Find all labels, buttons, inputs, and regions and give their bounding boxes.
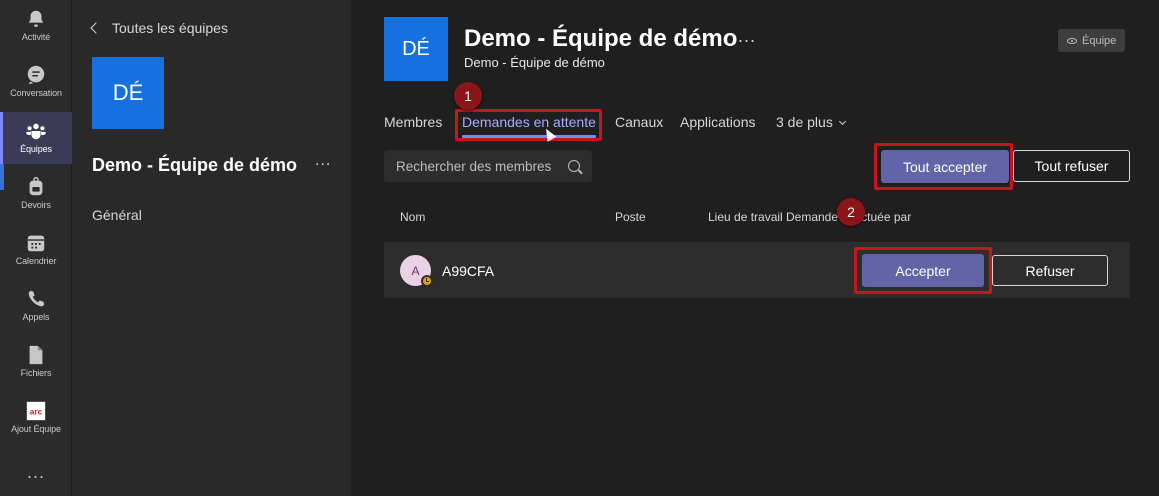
team-name: Demo - Équipe de démo — [92, 155, 298, 175]
visibility-label: Équipe — [1082, 34, 1117, 47]
presence-away-icon — [421, 275, 433, 287]
backpack-icon — [29, 176, 43, 196]
page-subtitle: Demo - Équipe de démo — [464, 55, 605, 70]
teams-icon — [26, 123, 46, 140]
calendar-icon — [27, 235, 45, 252]
accept-button[interactable]: Accepter — [862, 254, 984, 287]
chevron-left-icon — [90, 22, 102, 34]
rail-item-files[interactable]: Fichiers — [0, 336, 72, 388]
step-badge-1: 1 — [454, 82, 482, 110]
rail-label: Calendrier — [15, 256, 57, 266]
eye-icon — [1067, 37, 1077, 44]
rail-label: Activité — [21, 32, 51, 42]
chat-icon — [27, 65, 45, 85]
member-search-input[interactable]: Rechercher des membres — [384, 150, 592, 182]
phone-icon — [28, 290, 45, 307]
rail-label: Conversation — [10, 88, 62, 98]
search-icon — [568, 160, 580, 172]
rail-item-add-team[interactable]: arc Ajout Équipe — [0, 392, 72, 444]
tab-apps[interactable]: Applications — [680, 114, 756, 130]
rail-item-calls[interactable]: Appels — [0, 280, 72, 332]
tab-channels[interactable]: Canaux — [615, 114, 663, 130]
rail-item-assignments[interactable]: Devoirs — [0, 168, 72, 220]
refuse-button[interactable]: Refuser — [992, 255, 1108, 286]
app-rail: Activité Conversation Équipes Devoirs Ca… — [0, 0, 72, 496]
rail-label: Équipes — [20, 144, 52, 154]
column-header-location[interactable]: Lieu de travail — [708, 210, 783, 224]
member-name: A99CFA — [442, 263, 495, 279]
visibility-badge: Équipe — [1058, 29, 1126, 52]
back-label: Toutes les équipes — [112, 20, 228, 36]
rail-label: Appels — [22, 312, 50, 322]
tab-more-label: 3 de plus — [776, 114, 833, 130]
rail-item-calendar[interactable]: Calendrier — [0, 224, 72, 276]
header-more-options-icon[interactable]: ... — [738, 26, 756, 47]
step-badge-2: 2 — [837, 198, 865, 226]
rail-item-chat[interactable]: Conversation — [0, 56, 72, 108]
team-manage-view: DÉ Demo - Équipe de démo ... Demo - Équi… — [351, 0, 1159, 496]
rail-label: Fichiers — [20, 368, 52, 378]
tab-members[interactable]: Membres — [384, 114, 442, 130]
team-panel: Toutes les équipes DÉ Demo - Équipe de d… — [72, 0, 351, 496]
tab-pending-requests[interactable]: Demandes en attente — [462, 114, 596, 138]
accept-all-button[interactable]: Tout accepter — [881, 150, 1009, 183]
page-title: Demo - Équipe de démo — [464, 25, 738, 52]
team-more-options-icon[interactable]: ... — [315, 152, 331, 170]
svg-text:arc: arc — [30, 408, 43, 417]
chevron-down-icon — [838, 117, 846, 126]
rail-item-activity[interactable]: Activité — [0, 0, 72, 52]
back-to-all-teams[interactable]: Toutes les équipes — [90, 20, 228, 36]
column-header-role[interactable]: Poste — [615, 210, 646, 224]
rail-item-teams[interactable]: Équipes — [0, 112, 72, 164]
search-placeholder: Rechercher des membres — [396, 158, 552, 174]
more-apps-icon[interactable]: ... — [0, 462, 72, 483]
channel-general[interactable]: Général — [92, 207, 142, 223]
tab-more[interactable]: 3 de plus — [776, 114, 846, 130]
arc-app-icon: arc — [26, 401, 46, 421]
team-avatar: DÉ — [92, 57, 164, 129]
refuse-all-button[interactable]: Tout refuser — [1013, 150, 1130, 182]
bell-icon — [28, 10, 44, 27]
rail-label: Devoirs — [21, 200, 51, 210]
file-icon — [29, 345, 43, 365]
column-header-name[interactable]: Nom — [400, 210, 425, 224]
header-team-avatar: DÉ — [384, 17, 448, 81]
rail-label: Ajout Équipe — [11, 424, 61, 434]
